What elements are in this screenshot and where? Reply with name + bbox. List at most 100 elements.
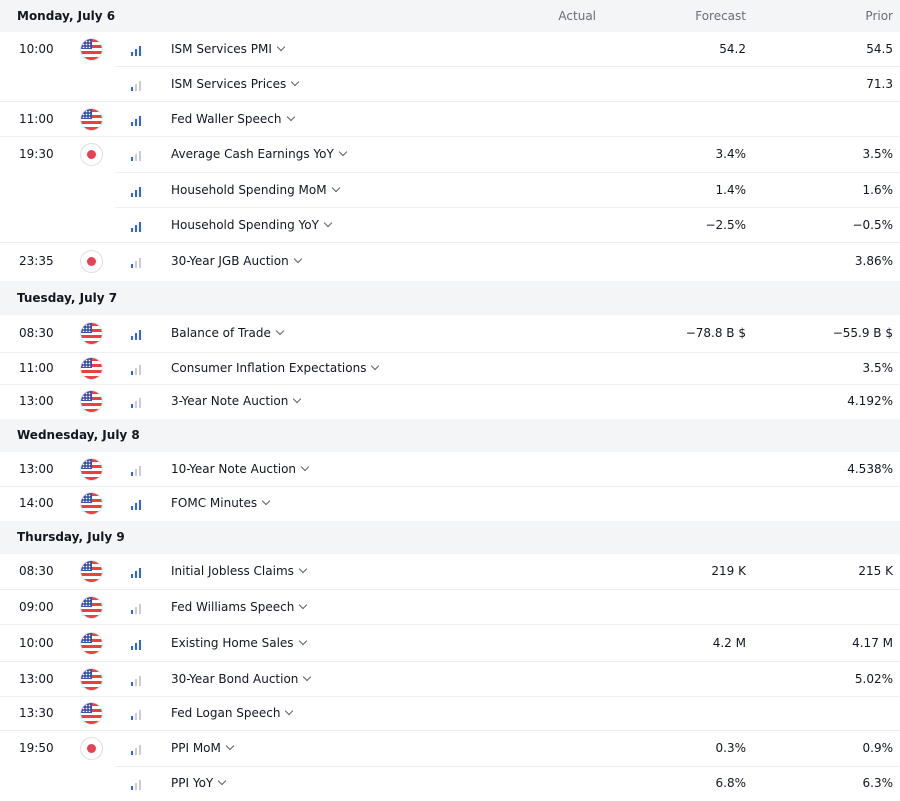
importance-bar [139, 603, 141, 614]
importance-bar [139, 186, 141, 197]
day-title: Wednesday, July 8 [17, 428, 140, 442]
us-flag-icon [81, 38, 102, 60]
jp-flag-icon [81, 738, 102, 759]
event-row[interactable]: 19:30 Average Cash Earnings YoY 3.4% 3.5% [0, 137, 900, 173]
forecast-value: 54.2 [719, 41, 746, 56]
flag-stars [82, 562, 91, 570]
event-row[interactable]: 13:00 30-Year Bond Auction 5.02% [0, 662, 900, 697]
chevron-down-icon[interactable] [285, 706, 294, 716]
event-row[interactable]: 09:00 Fed Williams Speech [0, 590, 900, 625]
event-row[interactable]: Household Spending YoY −2.5% −0.5% [0, 208, 900, 243]
us-flag-icon [81, 323, 102, 344]
chevron-down-icon[interactable] [338, 147, 348, 157]
importance-icon [131, 639, 142, 650]
us-flag-icon [81, 108, 102, 130]
day-header: Wednesday, July 8 [0, 419, 900, 452]
prior-value: 3.5% [862, 361, 894, 375]
importance-bar [139, 639, 141, 650]
event-row[interactable]: PPI YoY 6.8% 6.3% [0, 767, 900, 801]
importance-bar [139, 151, 141, 161]
event-name[interactable]: 10-Year Note Auction [171, 462, 310, 476]
event-name[interactable]: Initial Jobless Claims [171, 564, 308, 578]
event-name[interactable]: 30-Year Bond Auction [171, 672, 312, 686]
event-row[interactable]: 14:00 FOMC Minutes [0, 487, 900, 521]
event-time: 19:50 [19, 741, 54, 755]
event-time: 09:00 [19, 599, 54, 614]
flag-stars [82, 459, 91, 468]
event-name[interactable]: Average Cash Earnings YoY [171, 147, 348, 161]
event-name[interactable]: Existing Home Sales [171, 636, 307, 650]
event-row[interactable]: 08:30 Balance of Trade −78.8 B $ −55.9 B $ [0, 315, 900, 353]
chevron-down-icon[interactable] [225, 741, 235, 751]
event-row[interactable]: 19:50 PPI MoM 0.3% 0.9% [0, 731, 900, 767]
event-row[interactable]: 10:00 ISM Services PMI 54.2 54.5 [0, 32, 900, 67]
event-name[interactable]: Fed Williams Speech [171, 600, 308, 614]
prior-value: 6.3% [862, 776, 894, 790]
event-name[interactable]: Consumer Inflation Expectations [171, 361, 380, 375]
event-row[interactable]: 13:30 Fed Logan Speech [0, 697, 900, 731]
chevron-down-icon[interactable] [286, 112, 295, 121]
event-row[interactable]: 13:00 3-Year Note Auction 4.192% [0, 385, 900, 419]
chevron-down-icon[interactable] [331, 183, 340, 192]
day-title: Monday, July 6 [17, 8, 116, 23]
chevron-down-icon[interactable] [293, 254, 302, 264]
importance-icon [131, 115, 142, 126]
event-name[interactable]: Fed Waller Speech [171, 112, 295, 126]
importance-bar [139, 330, 141, 340]
importance-bar [135, 118, 137, 126]
chevron-down-icon[interactable] [275, 326, 285, 336]
importance-bar [131, 157, 133, 161]
chevron-down-icon[interactable] [299, 600, 308, 609]
event-name[interactable]: FOMC Minutes [171, 496, 271, 510]
jp-flag-icon [81, 251, 102, 272]
day-header: Tuesday, July 7 [0, 281, 900, 315]
us-flag-icon [81, 561, 102, 582]
event-name-text: Average Cash Earnings YoY [171, 147, 334, 161]
event-row[interactable]: 11:00 Consumer Inflation Expectations 3.5% [0, 353, 900, 385]
importance-icon [131, 398, 142, 408]
flag-stars [82, 359, 91, 367]
chevron-down-icon[interactable] [323, 218, 333, 227]
event-name[interactable]: Fed Logan Speech [171, 706, 294, 720]
importance-bar [139, 45, 141, 56]
event-name[interactable]: ISM Services Prices [171, 77, 300, 91]
event-time: 13:00 [19, 394, 54, 408]
chevron-down-icon[interactable] [293, 394, 302, 404]
importance-bar [139, 500, 141, 510]
event-row[interactable]: 10:00 Existing Home Sales 4.2 M 4.17 M [0, 625, 900, 662]
chevron-down-icon[interactable] [303, 672, 312, 681]
chevron-down-icon[interactable] [300, 462, 310, 471]
event-name[interactable]: Household Spending MoM [171, 182, 340, 197]
event-name[interactable]: 30-Year JGB Auction [171, 254, 302, 268]
event-name-text: Household Spending MoM [171, 182, 327, 197]
chevron-down-icon[interactable] [217, 776, 227, 786]
event-name[interactable]: Balance of Trade [171, 326, 285, 340]
event-name-text: Initial Jobless Claims [171, 564, 294, 578]
importance-bar [139, 465, 141, 476]
chevron-down-icon[interactable] [298, 636, 307, 645]
event-name[interactable]: ISM Services PMI [171, 42, 286, 56]
event-name[interactable]: Household Spending YoY [171, 218, 333, 232]
event-name-text: PPI MoM [171, 741, 221, 755]
event-time: 23:35 [19, 254, 54, 268]
event-name[interactable]: PPI MoM [171, 741, 235, 755]
importance-bar [139, 745, 141, 755]
event-row[interactable]: 11:00 Fed Waller Speech [0, 102, 900, 137]
event-name[interactable]: 3-Year Note Auction [171, 394, 302, 408]
day-title: Tuesday, July 7 [17, 290, 118, 305]
event-row[interactable]: 13:00 10-Year Note Auction 4.538% [0, 452, 900, 487]
event-row[interactable]: 23:35 30-Year JGB Auction 3.86% [0, 243, 900, 281]
chevron-down-icon[interactable] [298, 564, 308, 574]
chevron-down-icon[interactable] [291, 77, 300, 86]
importance-icon [131, 365, 142, 375]
us-flag-icon [81, 596, 102, 618]
chevron-down-icon[interactable] [261, 496, 271, 506]
event-row[interactable]: 08:30 Initial Jobless Claims 219 K 215 K [0, 554, 900, 590]
forecast-value: 1.4% [715, 182, 747, 197]
event-row[interactable]: Household Spending MoM 1.4% 1.6% [0, 173, 900, 208]
chevron-down-icon[interactable] [371, 361, 380, 371]
event-name-text: FOMC Minutes [171, 496, 258, 510]
event-row[interactable]: ISM Services Prices 71.3 [0, 67, 900, 102]
event-name[interactable]: PPI YoY [171, 776, 227, 790]
chevron-down-icon[interactable] [276, 42, 286, 51]
